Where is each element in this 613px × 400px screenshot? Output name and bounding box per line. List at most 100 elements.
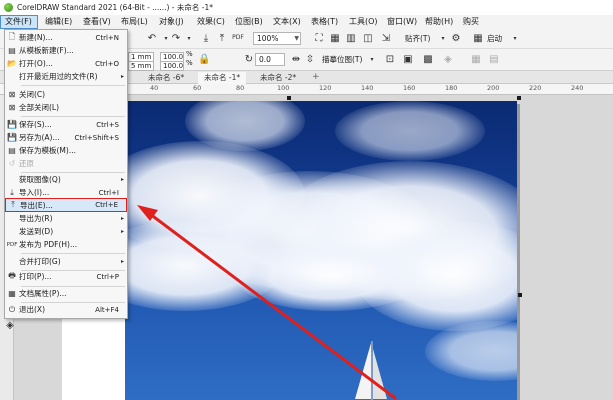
menu-item-shortcut: Ctrl+O [95,59,119,68]
menu-file[interactable]: 文件(F) [0,15,38,29]
menu-item-export[interactable]: ⤒ 导出(E)... Ctrl+E [5,198,127,212]
snap-to-label[interactable]: 贴齐(T) [405,33,430,45]
edit-bitmap-icon[interactable]: ▣ [402,54,414,66]
menu-item-shortcut: Ctrl+N [95,33,119,42]
menu-item-label: 文档属性(P)... [19,289,67,298]
menu-item-document-properties[interactable]: ▦ 文档属性(P)... [5,287,127,300]
menu-item-label: 新建(N)... [19,33,53,42]
menu-item-label: 打开(O)... [19,59,53,68]
menu-item-new[interactable]: 🗋 新建(N)... Ctrl+N [5,31,127,44]
selection-handle-right[interactable] [518,293,522,297]
scale-y-field[interactable]: 100.0 [160,61,184,71]
menu-item-open-recent[interactable]: 打开最近用过的文件(R) ▸ [5,70,127,83]
menu-effects[interactable]: 效果(C) [190,15,228,29]
selection-handle-top-right[interactable] [517,96,521,100]
menu-view[interactable]: 查看(V) [76,15,114,29]
sky-photo-image[interactable] [125,101,517,400]
tab-untitled-6[interactable]: 未命名 -6* [142,72,190,84]
trace-bitmap-button[interactable]: 描摹位图(T) [322,54,362,66]
new-doc-icon: 🗋 [8,31,16,41]
menu-item-new-from-template[interactable]: ▤ 从模板新建(F)... [5,44,127,57]
submenu-arrow-icon: ▸ [120,176,124,183]
menu-layout[interactable]: 布局(L) [114,15,152,29]
menu-edit[interactable]: 编辑(E) [38,15,76,29]
bitmap-mask-icon[interactable]: ◈ [442,54,454,66]
fill-tool-icon[interactable]: ◈ [4,320,16,332]
object-height-field[interactable]: 5 mm [128,61,154,71]
menu-item-export-as[interactable]: 导出为(R) ▸ [5,212,127,225]
photo-shadow [517,104,520,400]
menu-item-acquire-image[interactable]: 获取图像(Q) ▸ [5,173,127,186]
guidelines-icon[interactable]: ◫ [362,33,374,45]
export-icon: ⤒ [11,200,15,209]
scale-y-unit: % [186,59,193,67]
menu-item-print-merge[interactable]: 合并打印(G) ▸ [5,255,127,268]
menu-window[interactable]: 窗口(W) [380,15,418,29]
menu-item-label: 另存为(A)... [19,133,60,142]
menu-table[interactable]: 表格(T) [304,15,342,29]
template-icon: ▤ [8,46,16,55]
zoom-level-value: 100% [257,34,279,43]
redo-icon[interactable]: ↷ [170,33,182,45]
launch-app-icon[interactable]: ▦ [472,33,484,45]
pdf-toolbar-icon[interactable]: PDF [232,32,244,44]
menu-separator [21,116,125,117]
menu-item-shortcut: Ctrl+S [96,120,119,129]
group-icon[interactable]: ▦ [470,54,482,66]
menu-item-save-as-template[interactable]: ▤ 保存为模板(M)... [5,144,127,157]
full-screen-icon[interactable]: ⛶ [313,33,325,45]
menu-text[interactable]: 文本(X) [266,15,304,29]
export-toolbar-icon[interactable]: ⤒ [216,33,228,45]
resample-icon[interactable]: ▩ [422,54,434,66]
menu-buy[interactable]: 购买 [456,15,494,29]
menu-object[interactable]: 对象(J) [152,15,190,29]
rotation-icon[interactable]: ↻ [243,54,255,66]
menu-tools[interactable]: 工具(O) [342,15,380,29]
menu-item-close[interactable]: ⊠ 关闭(C) [5,88,127,101]
menu-item-label: 保存(S)... [19,120,52,129]
trace-dropdown-icon[interactable]: ▾ [366,54,378,66]
doc-properties-icon: ▦ [8,289,16,298]
menu-item-send-to[interactable]: 发送到(D) ▸ [5,225,127,238]
menu-help[interactable]: 帮助(H) [418,15,456,29]
grid-icon[interactable]: ▥ [345,33,357,45]
redo-dropdown-icon[interactable]: ▾ [183,33,195,45]
ruler-label: 160 [403,84,416,92]
menu-item-open[interactable]: 📂 打开(O)... Ctrl+O [5,57,127,70]
revert-icon: ↺ [8,159,16,168]
ungroup-icon[interactable]: ▤ [488,54,500,66]
zoom-level-select[interactable]: 100% ▼ [253,32,301,45]
rotation-angle-field[interactable]: 0.0 [255,53,285,66]
selection-handle-top[interactable] [287,96,291,100]
snap-icon[interactable]: ⇲ [380,33,392,45]
rulers-icon[interactable]: ▦ [329,33,341,45]
menu-item-label: 全部关闭(L) [19,103,60,112]
menu-item-label: 打开最近用过的文件(R) [19,72,98,81]
crop-bitmap-icon[interactable]: ⊡ [384,54,396,66]
lock-ratio-icon[interactable]: 🔒 [198,54,210,66]
launch-label[interactable]: 启动 [487,33,502,45]
add-tab-icon[interactable]: + [312,72,320,83]
launch-dropdown-icon[interactable]: ▾ [509,33,521,45]
menu-item-save[interactable]: 💾 保存(S)... Ctrl+S [5,118,127,131]
menu-item-exit[interactable]: ⏻ 退出(X) Alt+F4 [5,303,127,316]
mirror-vertical-icon[interactable]: ⇳ [304,54,316,66]
import-icon: ⤓ [10,187,14,197]
menu-item-label: 从模板新建(F)... [19,46,74,55]
menu-item-shortcut: Alt+F4 [95,305,119,314]
menu-bitmaps[interactable]: 位图(B) [228,15,266,29]
menu-separator [21,85,125,86]
menu-item-print[interactable]: 🖶 打印(P)... Ctrl+P [5,270,127,283]
mirror-horizontal-icon[interactable]: ⇹ [290,54,302,66]
options-gear-icon[interactable]: ⚙ [450,33,462,45]
tab-untitled-2[interactable]: 未命名 -2* [254,72,302,84]
menu-item-save-as[interactable]: 💾 另存为(A)... Ctrl+Shift+S [5,131,127,144]
undo-icon[interactable]: ↶ [146,33,158,45]
menu-item-publish-pdf[interactable]: PDF 发布为 PDF(H)... [5,238,127,251]
snap-dropdown-icon[interactable]: ▾ [437,33,449,45]
tab-untitled-1[interactable]: 未命名 -1* [198,72,247,84]
title-bar: CorelDRAW Standard 2021 (64-Bit - ......… [0,0,613,15]
import-toolbar-icon[interactable]: ⤓ [200,33,212,45]
menu-bar: 文件(F) 编辑(E) 查看(V) 布局(L) 对象(J) 效果(C) 位图(B… [0,15,613,29]
menu-item-close-all[interactable]: ⊠ 全部关闭(L) [5,101,127,114]
